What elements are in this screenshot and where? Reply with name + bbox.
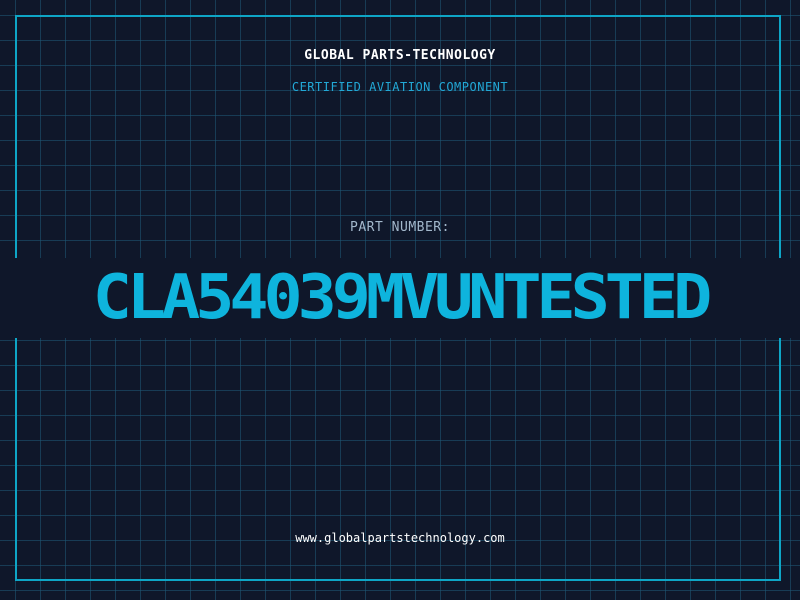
website-link[interactable]: www.globalpartstechnology.com <box>0 531 800 545</box>
brand-tagline: CERTIFIED AVIATION COMPONENT <box>291 80 509 94</box>
part-number-value: CLA54039MVUNTESTED <box>92 261 712 334</box>
brand-name: GLOBAL PARTS-TECHNOLOGY <box>304 48 496 63</box>
part-number-band: CLA54039MVUNTESTED <box>0 258 800 338</box>
part-number-label: PART NUMBER: <box>350 220 450 235</box>
